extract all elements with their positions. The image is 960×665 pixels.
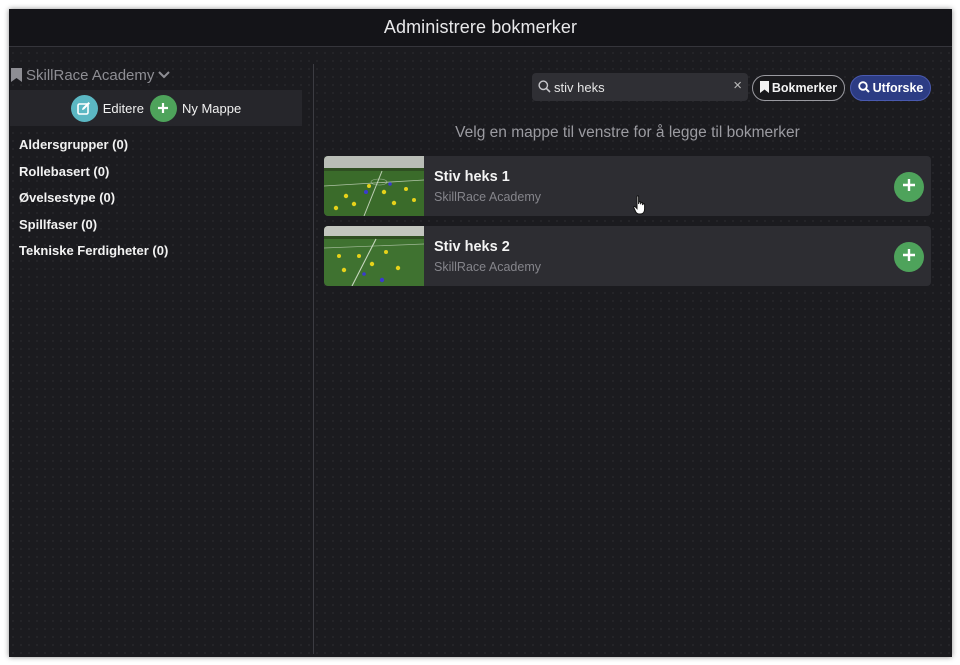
add-bookmark-button[interactable] — [894, 242, 924, 272]
explore-button[interactable]: Utforske — [850, 75, 931, 101]
plus-icon — [902, 248, 916, 267]
video-thumbnail — [324, 156, 424, 216]
result-subtitle: SkillRace Academy — [434, 190, 541, 204]
folder-item[interactable]: Tekniske Ferdigheter (0) — [19, 242, 168, 269]
result-title: Stiv heks 1 — [434, 169, 510, 185]
video-thumbnail — [324, 226, 424, 286]
new-folder-button[interactable]: Ny Mappe — [149, 94, 242, 122]
title-bar: Administrere bokmerker — [9, 9, 952, 47]
search-input[interactable] — [554, 75, 724, 99]
edit-icon — [70, 94, 98, 122]
folder-item[interactable]: Spillfaser (0) — [19, 216, 168, 243]
edit-button[interactable]: Editere — [70, 94, 144, 122]
result-subtitle: SkillRace Academy — [434, 260, 541, 274]
folder-panel: SkillRace Academy Editere Ny Mappe Alder… — [9, 48, 313, 657]
edit-label: Editere — [102, 100, 144, 116]
plus-icon — [149, 94, 177, 122]
explore-label: Utforske — [872, 81, 924, 95]
search-icon — [857, 80, 870, 96]
search-box: × — [532, 73, 748, 101]
result-card[interactable]: Stiv heks 1 SkillRace Academy — [324, 156, 931, 216]
bookmark-icon — [759, 80, 769, 96]
folder-item[interactable]: Øvelsestype (0) — [19, 189, 168, 216]
plus-icon — [902, 178, 916, 197]
chevron-down-icon — [158, 71, 171, 79]
panel-divider — [313, 64, 314, 654]
bookmark-icon — [11, 68, 22, 82]
result-title: Stiv heks 2 — [434, 239, 510, 255]
search-icon — [538, 80, 551, 98]
result-card[interactable]: Stiv heks 2 SkillRace Academy — [324, 226, 931, 286]
folder-toolbar: Editere Ny Mappe — [10, 90, 302, 126]
hand-pointer-icon — [633, 195, 647, 220]
window-title: Administrere bokmerker — [383, 17, 578, 37]
folder-list: Aldersgrupper (0) Rollebasert (0) Øvelse… — [19, 136, 168, 269]
workspace-name: SkillRace Academy — [26, 66, 155, 84]
folder-item[interactable]: Rollebasert (0) — [19, 163, 168, 190]
bookmarks-label: Bokmerker — [771, 81, 838, 95]
folder-item[interactable]: Aldersgrupper (0) — [19, 136, 168, 163]
empty-folder-hint: Velg en mappe til venstre for å legge ti… — [455, 124, 800, 141]
close-icon[interactable]: × — [733, 78, 742, 94]
add-bookmark-button[interactable] — [894, 172, 924, 202]
bookmark-manager-window: Administrere bokmerker SkillRace Academy — [9, 9, 952, 657]
new-folder-label: Ny Mappe — [181, 100, 242, 116]
bookmarks-button[interactable]: Bokmerker — [752, 75, 845, 101]
workspace-selector[interactable]: SkillRace Academy — [11, 65, 171, 85]
